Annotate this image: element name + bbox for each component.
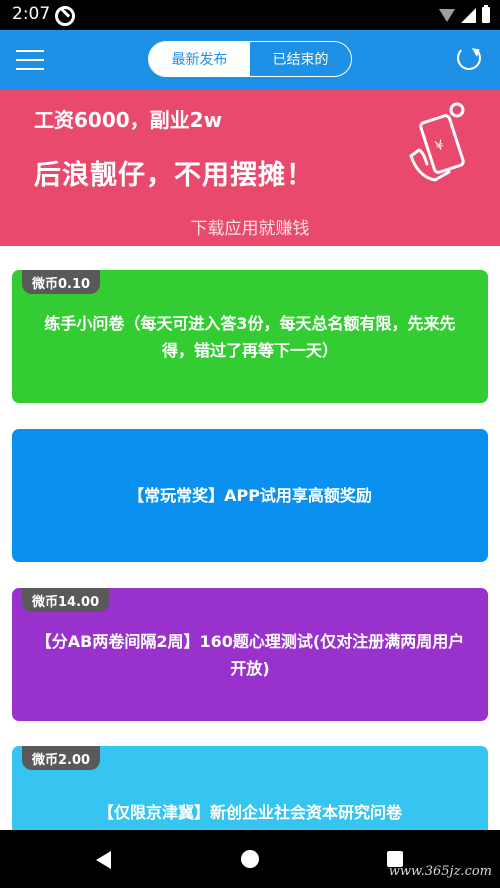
- task-card[interactable]: 【常玩常奖】APP试用享高额奖励: [12, 429, 488, 562]
- back-icon[interactable]: [96, 851, 111, 869]
- reward-badge: 微币2.00: [22, 746, 101, 770]
- reward-badge: 微币14.00: [22, 588, 110, 612]
- task-card[interactable]: 练手小问卷（每天可进入答3份，每天总名额有限，先来先得，错过了再等下一天） 微币…: [12, 270, 488, 403]
- svg-text:¥: ¥: [433, 138, 446, 155]
- reward-badge: 微币0.10: [22, 270, 101, 294]
- notification-app-icon: [55, 6, 75, 26]
- wifi-icon: [439, 8, 455, 22]
- status-icons: [439, 5, 490, 24]
- phone-money-icon: ¥: [409, 102, 465, 182]
- home-icon[interactable]: [241, 850, 259, 868]
- watermark: www.365jz.com: [388, 864, 492, 879]
- app-bar: 最新发布 已结束的: [0, 30, 500, 90]
- signal-icon: [461, 7, 476, 23]
- tab-group: 最新发布 已结束的: [148, 41, 352, 77]
- banner-subtitle: 下载应用就赚钱: [190, 219, 310, 239]
- banner-title: 后浪靓仔，不用摆摊！: [34, 160, 314, 191]
- tab-latest[interactable]: 最新发布: [149, 42, 250, 76]
- status-bar: 2:07: [0, 0, 500, 30]
- status-time: 2:07: [12, 4, 51, 24]
- task-card[interactable]: 【分AB两卷间隔2周】160题心理测试(仅对注册满两周用户开放) 微币14.00: [12, 588, 488, 721]
- system-nav-bar: www.365jz.com: [0, 830, 500, 888]
- battery-icon: [482, 5, 490, 23]
- tab-ended[interactable]: 已结束的: [250, 42, 351, 76]
- task-title: 【常玩常奖】APP试用享高额奖励: [128, 486, 372, 505]
- menu-icon[interactable]: [16, 50, 44, 70]
- banner-headline: 工资6000，副业2w: [34, 108, 223, 132]
- promo-banner[interactable]: 工资6000，副业2w 后浪靓仔，不用摆摊！ 下载应用就赚钱 ¥: [0, 90, 500, 246]
- refresh-icon[interactable]: [457, 46, 481, 70]
